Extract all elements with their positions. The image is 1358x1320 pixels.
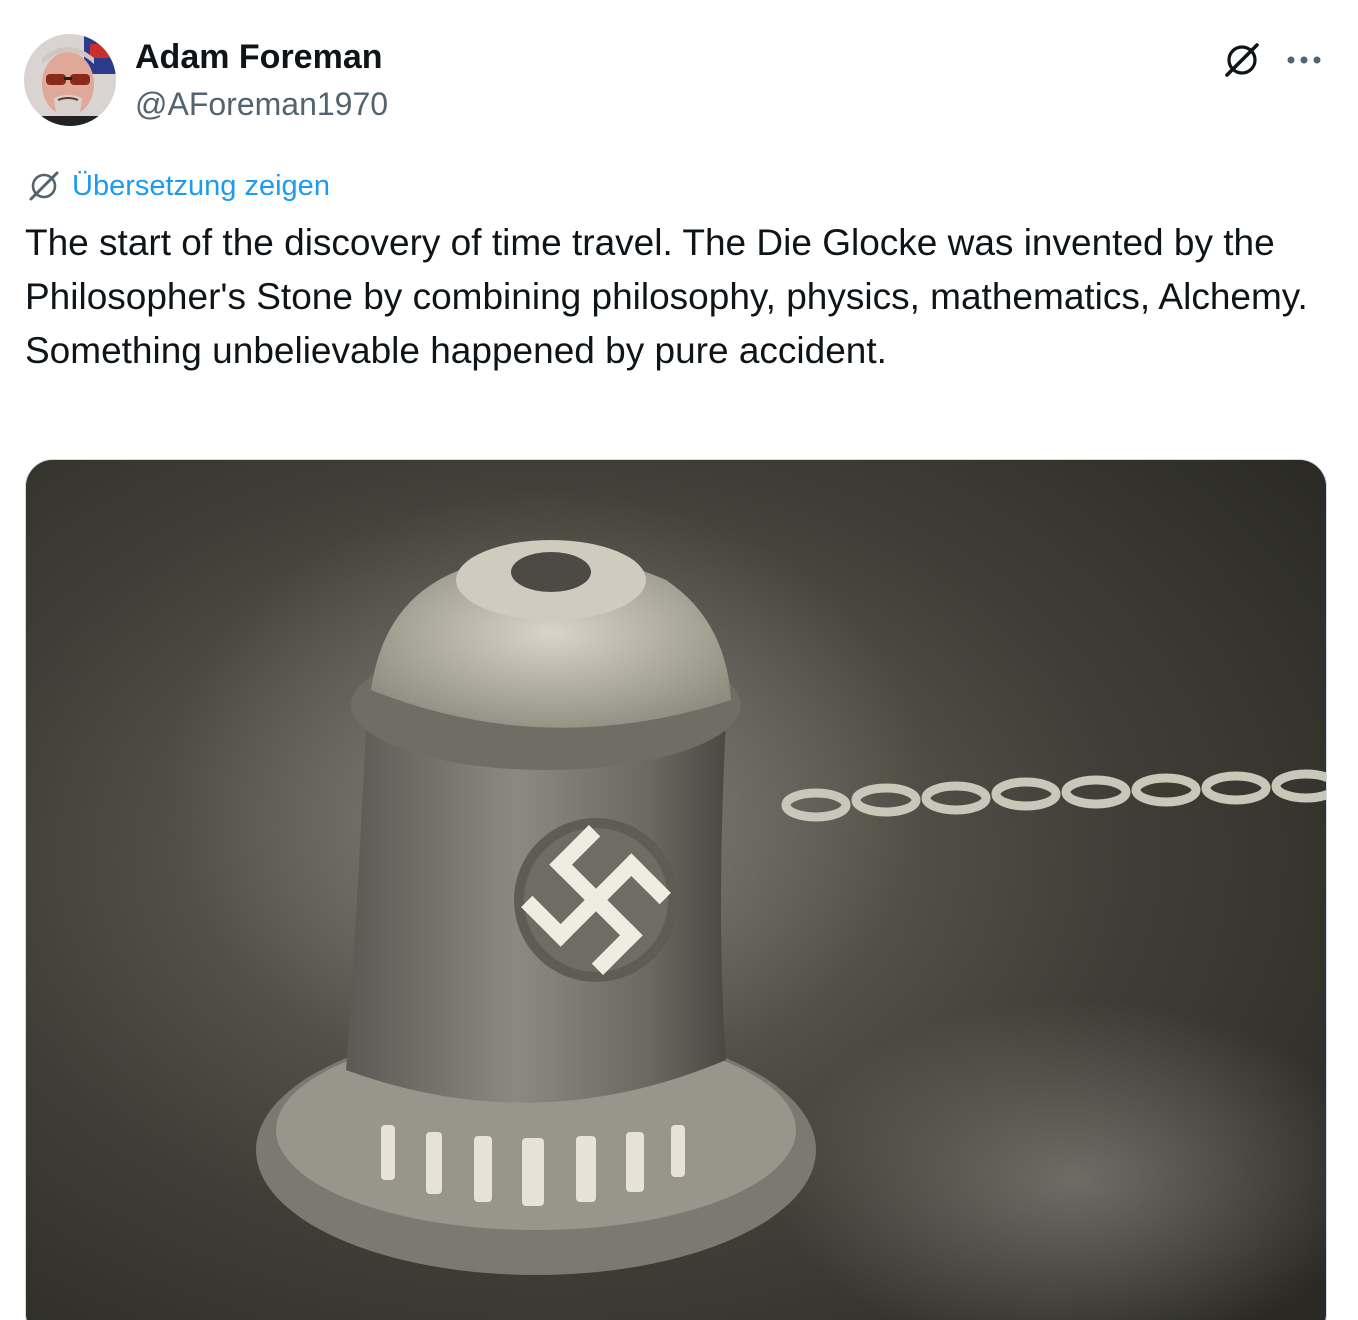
avatar-image [24,34,116,126]
avatar[interactable] [24,34,116,126]
show-translation-link[interactable]: Übersetzung zeigen [26,166,330,206]
author-handle[interactable]: @AForeman1970 [135,82,388,126]
tweet-text: The start of the discovery of time trave… [25,222,1308,371]
grok-slash-icon [1225,43,1259,77]
bell-device-photo [26,460,1326,1320]
more-dots-icon [1287,56,1321,64]
tweet-media-image[interactable] [25,459,1327,1320]
grok-slash-icon [29,171,59,201]
tweet-card[interactable]: Adam Foreman @AForeman1970 Übersetzung z… [0,0,1358,1320]
author-display-name[interactable]: Adam Foreman [135,36,388,78]
show-translation-label: Übersetzung zeigen [72,170,330,202]
more-options-button[interactable] [1280,36,1328,84]
author-block: Adam Foreman @AForeman1970 [135,36,388,126]
grok-button[interactable] [1218,36,1266,84]
